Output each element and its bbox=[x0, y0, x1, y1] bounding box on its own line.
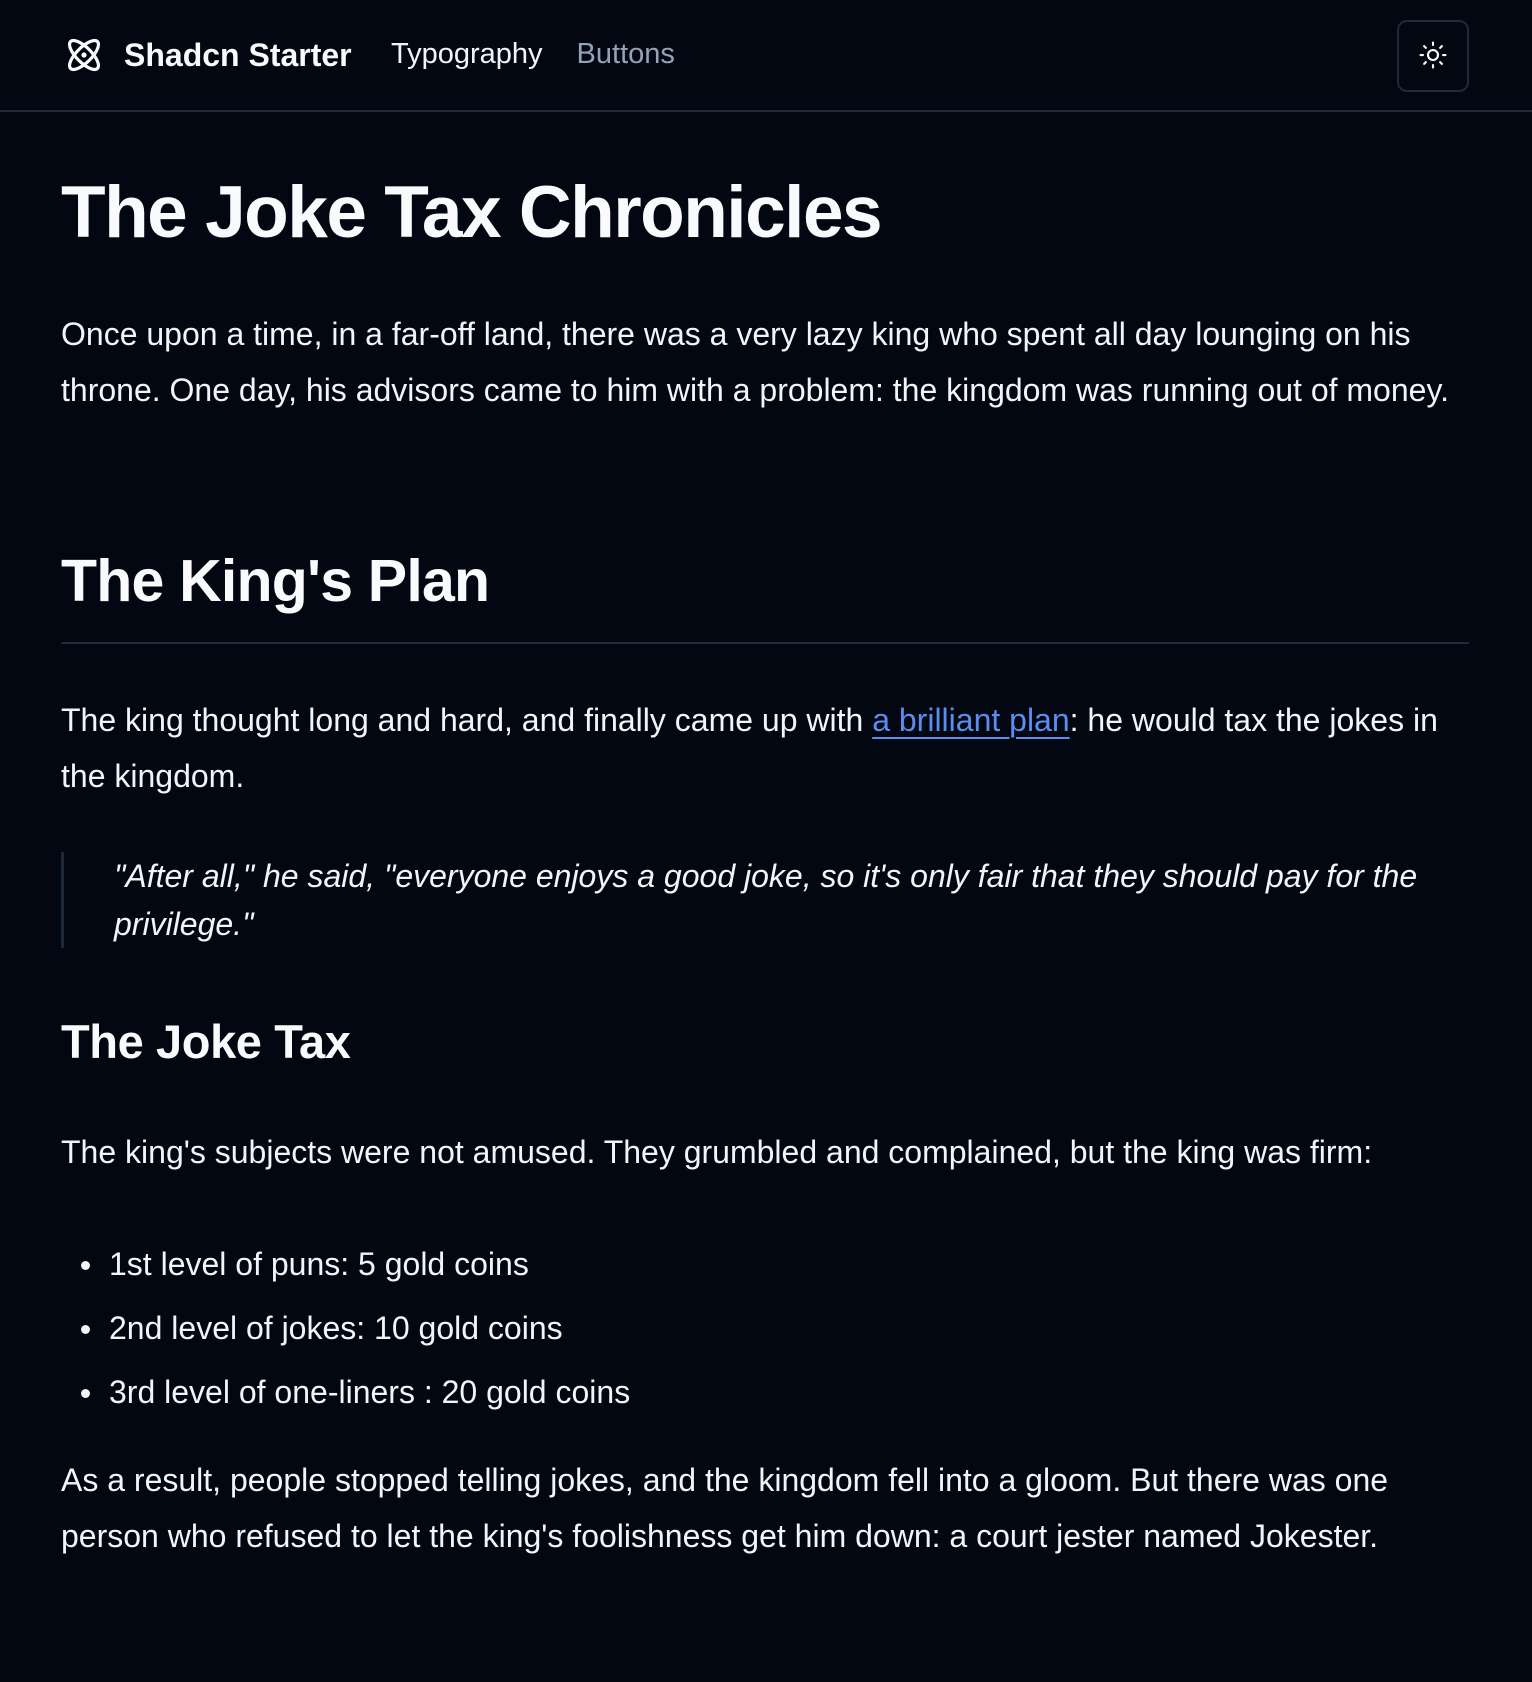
page-title: The Joke Tax Chronicles bbox=[61, 172, 883, 253]
sun-icon bbox=[1418, 40, 1448, 73]
brand-name: Shadcn Starter bbox=[124, 36, 352, 73]
closing-paragraph: As a result, people stopped telling joke… bbox=[61, 1462, 1389, 1554]
plan-text-before-link: The king thought long and hard, and fina… bbox=[61, 702, 873, 738]
theme-toggle-button[interactable] bbox=[1397, 20, 1469, 92]
heading-divider bbox=[61, 642, 1469, 644]
nav-link-buttons[interactable]: Buttons bbox=[577, 38, 675, 71]
brand-link[interactable]: Shadcn Starter bbox=[62, 33, 352, 77]
section-heading-kings-plan: The King's Plan bbox=[61, 548, 490, 614]
tax-level-list: 1st level of puns: 5 gold coins 2nd leve… bbox=[61, 1232, 630, 1424]
main-nav: Typography Buttons bbox=[391, 38, 675, 71]
list-item-text: 3rd level of one-liners : 20 gold coins bbox=[109, 1374, 631, 1410]
plan-paragraph: The king thought long and hard, and fina… bbox=[61, 692, 1469, 804]
top-navbar: Shadcn Starter Typography Buttons bbox=[0, 0, 1532, 112]
king-quote: "After all," he said, "everyone enjoys a… bbox=[61, 852, 1467, 948]
intro-paragraph: Once upon a time, in a far-off land, the… bbox=[61, 316, 1449, 408]
brilliant-plan-link[interactable]: a brilliant plan bbox=[872, 702, 1069, 738]
section-heading-joke-tax: The Joke Tax bbox=[61, 1015, 351, 1068]
bullet-icon bbox=[81, 1389, 90, 1398]
list-item-text: 1st level of puns: 5 gold coins bbox=[109, 1246, 529, 1282]
list-item: 2nd level of jokes: 10 gold coins bbox=[61, 1296, 630, 1360]
subjects-paragraph: The king's subjects were not amused. The… bbox=[61, 1134, 1373, 1170]
list-item: 3rd level of one-liners : 20 gold coins bbox=[61, 1360, 630, 1424]
list-item-text: 2nd level of jokes: 10 gold coins bbox=[109, 1310, 563, 1346]
list-item: 1st level of puns: 5 gold coins bbox=[61, 1232, 630, 1296]
react-atom-icon bbox=[62, 33, 106, 77]
bullet-icon bbox=[81, 1261, 90, 1270]
nav-link-typography[interactable]: Typography bbox=[391, 38, 543, 71]
bullet-icon bbox=[81, 1325, 90, 1334]
